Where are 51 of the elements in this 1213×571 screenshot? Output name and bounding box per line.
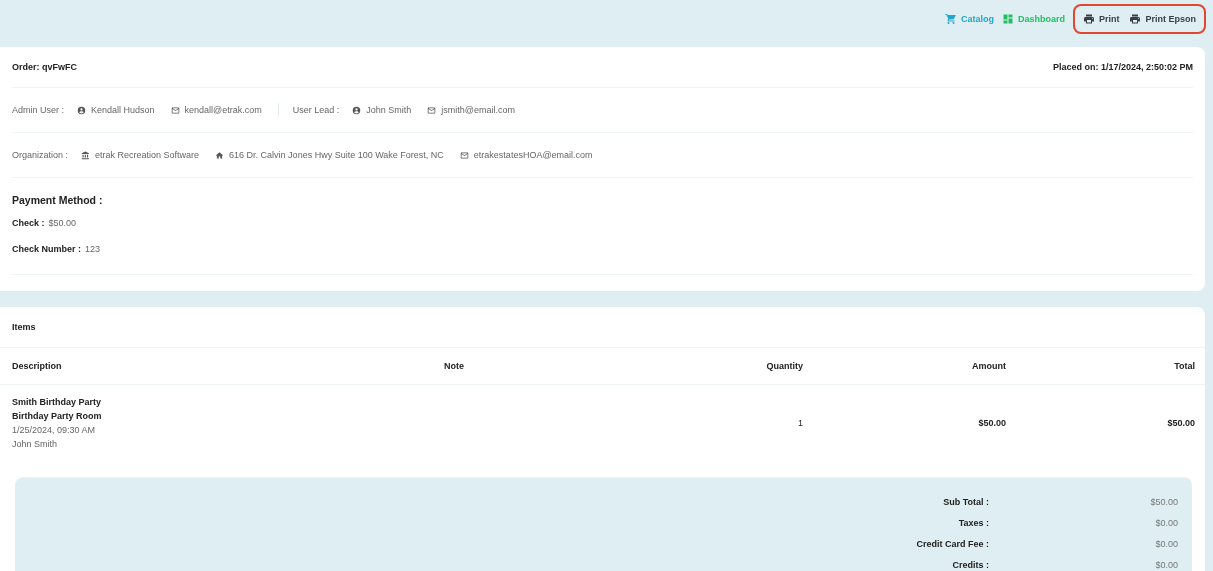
print-link[interactable]: Print Epson xyxy=(1129,12,1196,25)
column-header: Quantity xyxy=(765,361,803,371)
cart-icon xyxy=(944,12,957,25)
organization-name: etrak Recreation Software xyxy=(95,150,200,160)
field-label: Admin User : xyxy=(12,105,64,115)
printer-icon xyxy=(1082,12,1095,25)
admin-user-name: Kendall Hudson xyxy=(91,105,155,115)
item-description-line: Smith Birthday Party xyxy=(12,397,103,407)
summary-label: Credits : xyxy=(951,559,989,570)
column-header: Note xyxy=(444,361,465,371)
order-title: Order: qvFwFC xyxy=(12,62,77,72)
item-description-line: John Smith xyxy=(12,439,59,449)
payment-method-heading: Payment Method : xyxy=(12,194,104,206)
field-label: Organization : xyxy=(12,150,69,160)
printer-icon xyxy=(1129,12,1142,25)
summary-label: Credit Card Fee : xyxy=(915,538,989,549)
mail-icon xyxy=(459,150,469,160)
admin-user-email: kendall@etrak.com xyxy=(184,105,262,115)
payment-field-value: $50.00 xyxy=(48,218,77,228)
payment-field-label: Check : xyxy=(12,218,45,228)
column-header: Description xyxy=(12,361,63,371)
summary-value: $0.00 xyxy=(1154,517,1178,528)
payment-field-value: 123 xyxy=(85,244,101,254)
summary-value: $50.00 xyxy=(1149,496,1178,507)
item-description-line: Birthday Party Room xyxy=(12,411,103,421)
items-title: Items xyxy=(12,322,36,332)
amount-cell-text: $50.00 xyxy=(977,418,1006,428)
user-lead-email: jsmith@email.com xyxy=(441,105,515,115)
home-icon xyxy=(215,150,225,160)
placed-on-date: Placed on: 1/17/2024, 2:50:02 PM xyxy=(1052,62,1193,72)
organization-email: etrakestatesHOA@email.com xyxy=(473,150,593,160)
item-description-line: 1/25/2024, 09:30 AM xyxy=(12,425,97,435)
user-lead-name: John Smith xyxy=(366,105,412,115)
print-link[interactable]: Print xyxy=(1082,12,1120,25)
organization-address: 616 Dr. Calvin Jones Hwy Suite 100 Wake Forest, NC xyxy=(229,150,444,160)
account-icon xyxy=(352,105,362,115)
account-icon xyxy=(77,105,86,115)
summary-value: $0.00 xyxy=(1154,559,1178,570)
summary-label: Taxes : xyxy=(957,517,989,528)
total-cell-text: $50.00 xyxy=(1166,418,1195,428)
mail-icon xyxy=(170,105,180,115)
column-header: Amount xyxy=(971,361,1006,371)
field-label: User Lead : xyxy=(292,105,340,115)
summary-label: Sub Total : xyxy=(942,496,989,507)
mail-icon xyxy=(427,105,437,115)
payment-field-label: Check Number : xyxy=(12,244,82,254)
grid-icon xyxy=(1001,12,1014,25)
column-header: Total xyxy=(1173,361,1195,371)
bank-icon xyxy=(81,150,91,160)
summary-value: $0.00 xyxy=(1154,538,1178,549)
quantity-cell-text: 1 xyxy=(797,418,803,428)
